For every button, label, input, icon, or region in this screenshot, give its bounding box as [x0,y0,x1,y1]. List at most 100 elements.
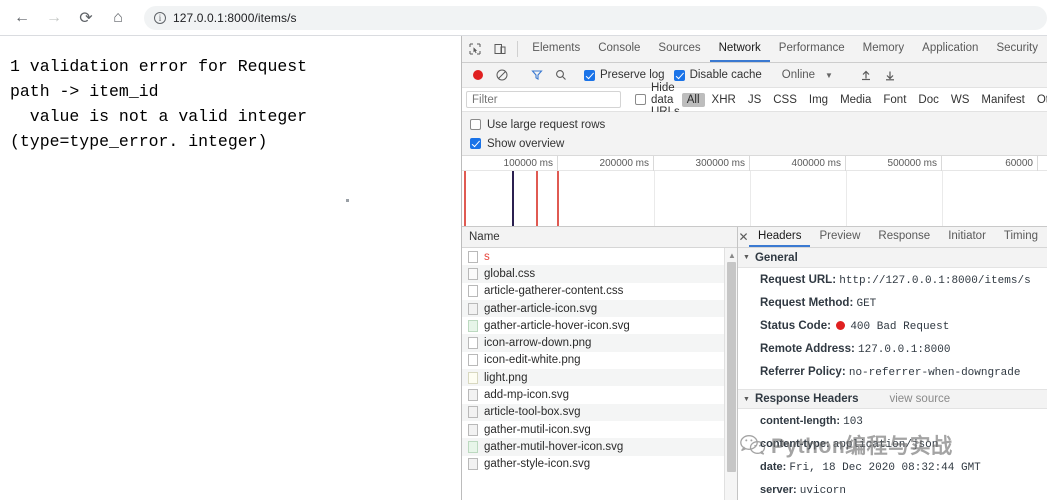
tab-network[interactable]: Network [709,36,770,62]
request-name: icon-arrow-down.png [484,337,592,350]
request-name: light.png [484,371,528,384]
filter-input[interactable] [466,91,621,108]
chevron-down-icon: ▼ [743,395,750,403]
reload-icon[interactable]: ⟳ [70,4,102,32]
table-row[interactable]: gather-style-icon.svg [462,456,737,473]
chevron-down-icon[interactable]: ▼ [825,71,833,80]
tab-elements[interactable]: Elements [523,36,589,62]
view-source-link[interactable]: view source [889,393,950,405]
timeline-tick-200000: 200000 ms [558,156,654,171]
filter-icon[interactable] [525,69,549,81]
response-headers-section-header[interactable]: ▼ Response Headers view source [738,389,1047,409]
timeline-tick-500000: 500000 ms [846,156,942,171]
forward-icon[interactable]: → [38,4,70,32]
type-filter-font[interactable]: Font [878,93,911,107]
tab-initiator[interactable]: Initiator [939,227,995,247]
table-row[interactable]: add-mp-icon.svg [462,386,737,403]
request-name: global.css [484,267,536,280]
type-filter-other[interactable]: Ot [1032,93,1047,107]
table-row[interactable]: article-gatherer-content.css [462,283,737,300]
file-icon [468,371,478,384]
table-row[interactable]: gather-mutil-hover-icon.svg [462,438,737,456]
tab-security[interactable]: Security [987,36,1047,62]
table-row[interactable]: light.png [462,369,737,387]
tab-headers[interactable]: Headers [749,227,811,247]
preserve-log-box[interactable] [584,69,595,81]
timeline-tick-400000: 400000 ms [750,156,846,171]
import-har-icon[interactable] [854,69,878,81]
table-row[interactable]: gather-mutil-icon.svg [462,421,737,438]
address-bar[interactable]: i 127.0.0.1:8000/items/s [144,5,1047,30]
type-filter-js[interactable]: JS [743,93,766,107]
scroll-up-icon[interactable]: ▲ [728,251,736,260]
field-key: Request Method: [760,297,854,309]
request-name: gather-article-icon.svg [484,302,598,315]
request-list-scrollbar[interactable]: ▲ [724,248,737,500]
disable-cache-checkbox[interactable]: Disable cache [673,69,762,81]
device-toolbar-icon[interactable] [487,36,512,62]
general-section-header[interactable]: ▼ General [738,248,1047,268]
show-overview-checkbox[interactable]: Show overview [470,134,1039,153]
type-filter-img[interactable]: Img [804,93,833,107]
show-overview-box[interactable] [470,138,481,149]
type-filter-manifest[interactable]: Manifest [976,93,1029,107]
header-server: server: uvicorn [738,481,1047,500]
toolbar-divider [517,41,519,57]
tab-sources[interactable]: Sources [649,36,709,62]
table-row[interactable]: icon-edit-white.png [462,352,737,369]
close-icon[interactable]: ✕ [738,227,749,247]
tab-response[interactable]: Response [869,227,939,247]
field-key: content-type: [760,438,830,450]
throttle-select[interactable]: Online [782,69,815,81]
table-row[interactable]: icon-arrow-down.png [462,334,737,352]
overview-timeline[interactable]: 100000 ms 200000 ms 300000 ms 400000 ms … [462,155,1047,227]
general-referrer-policy: Referrer Policy: no-referrer-when-downgr… [738,363,1047,389]
hide-data-urls-box[interactable] [635,94,646,105]
scrollbar-thumb[interactable] [727,262,736,472]
request-name: gather-mutil-hover-icon.svg [484,440,624,453]
field-value: application/json [832,439,939,451]
file-icon [468,354,478,367]
timeline-bar [557,171,559,226]
field-value: GET [856,298,877,310]
file-icon [468,285,478,298]
clear-icon[interactable] [490,69,514,81]
table-row[interactable]: gather-article-hover-icon.svg [462,317,737,334]
text-cursor-artifact [346,199,349,202]
field-key: Referrer Policy: [760,366,846,378]
site-info-icon[interactable]: i [154,11,166,24]
type-filter-xhr[interactable]: XHR [707,93,741,107]
type-filter-css[interactable]: CSS [768,93,802,107]
request-name: add-mp-icon.svg [484,389,570,402]
tab-console[interactable]: Console [589,36,649,62]
file-icon [468,319,478,332]
large-rows-checkbox[interactable]: Use large request rows [470,115,1039,134]
export-har-icon[interactable] [878,69,902,81]
preserve-log-checkbox[interactable]: Preserve log [584,69,665,81]
inspect-element-icon[interactable] [462,36,487,62]
tab-timing[interactable]: Timing [995,227,1047,247]
tab-memory[interactable]: Memory [854,36,914,62]
address-bar-url: 127.0.0.1:8000/items/s [173,10,297,25]
type-filter-ws[interactable]: WS [946,93,975,107]
timeline-bar [536,171,538,226]
type-filter-media[interactable]: Media [835,93,876,107]
search-icon[interactable] [549,69,573,81]
tab-preview[interactable]: Preview [810,227,869,247]
table-row[interactable]: article-tool-box.svg [462,403,737,421]
table-row[interactable]: s [462,248,737,265]
back-icon[interactable]: ← [6,4,38,32]
timeline-bars [462,171,1047,226]
home-icon[interactable]: ⌂ [102,4,134,32]
table-row[interactable]: global.css [462,265,737,283]
type-filter-doc[interactable]: Doc [913,93,943,107]
disable-cache-box[interactable] [673,69,685,81]
header-date: date: Fri, 18 Dec 2020 08:32:44 GMT [738,458,1047,481]
table-row[interactable]: gather-article-icon.svg [462,299,737,318]
record-button[interactable] [466,70,490,80]
tab-application[interactable]: Application [913,36,987,62]
tab-performance[interactable]: Performance [770,36,854,62]
type-filter-all[interactable]: All [681,92,705,107]
request-list-header[interactable]: Name [462,227,737,248]
large-rows-box[interactable] [470,119,481,130]
